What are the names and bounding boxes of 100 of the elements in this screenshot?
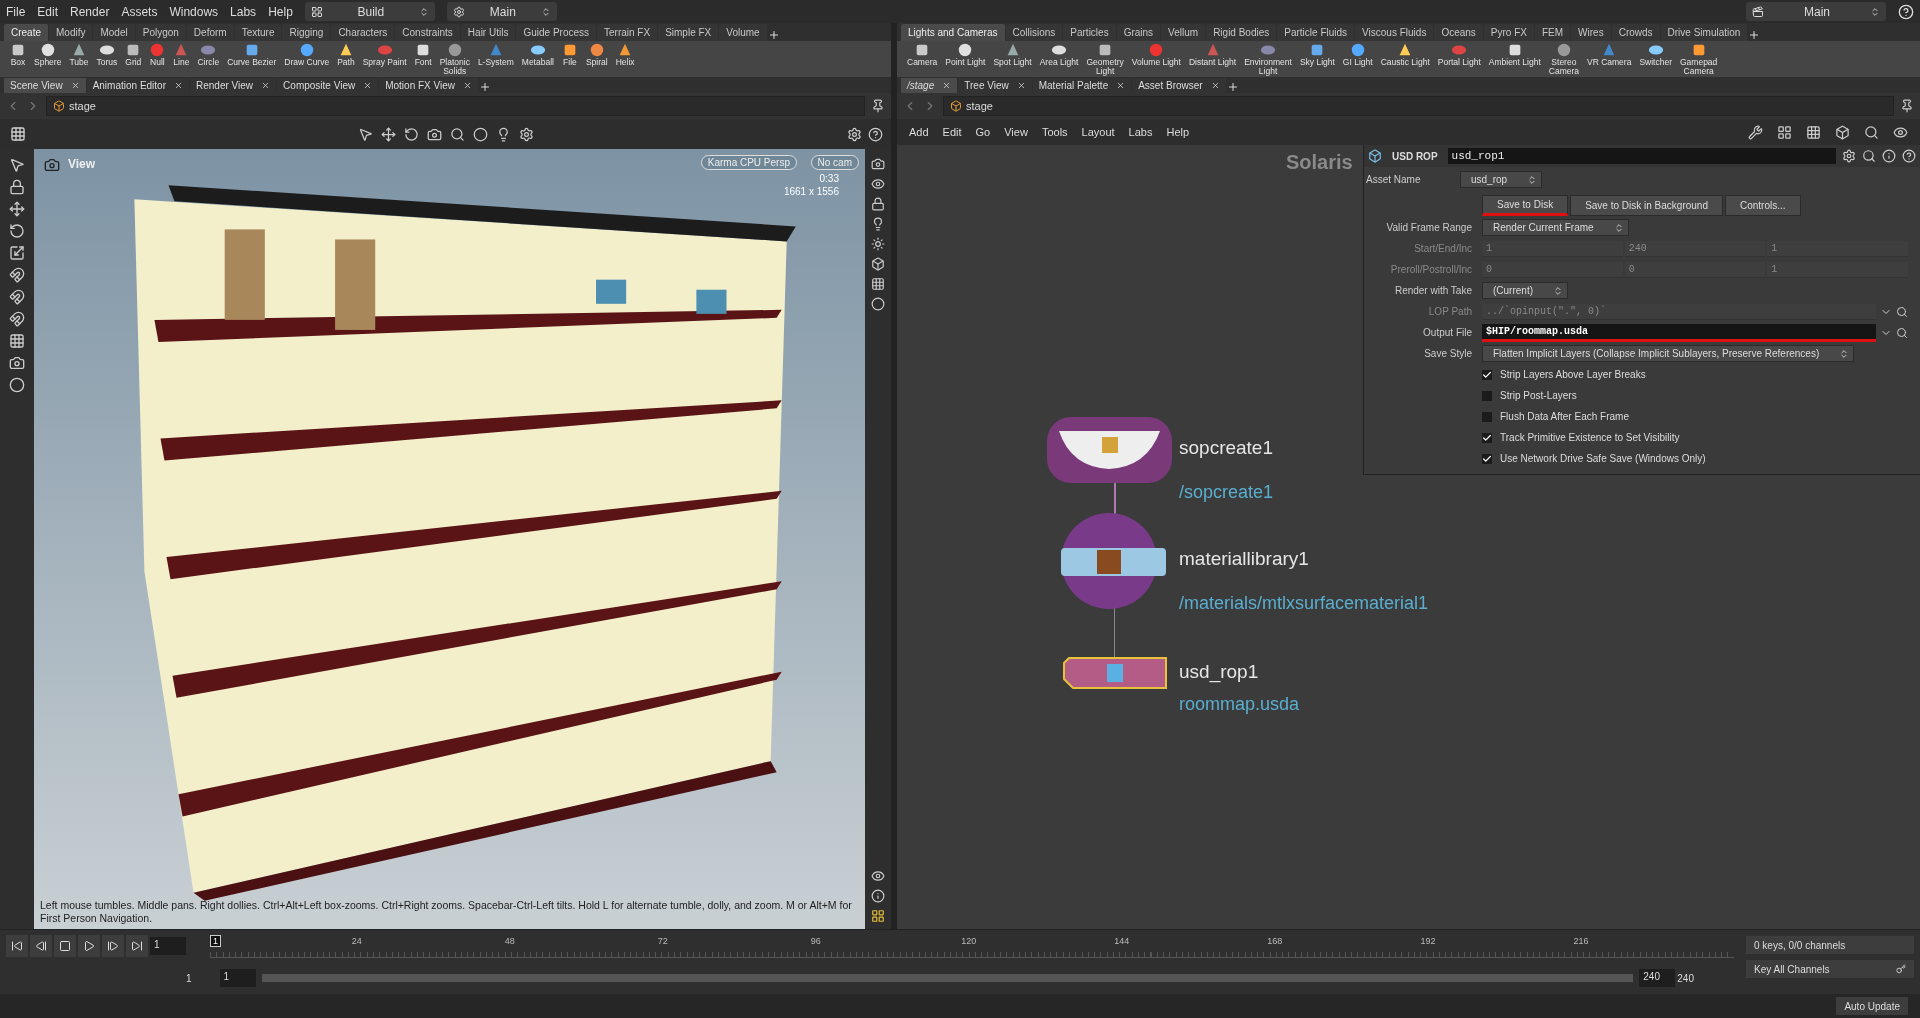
node-name[interactable]: sopcreate1: [1179, 437, 1273, 459]
tool-label[interactable]: Area Light: [1039, 58, 1079, 67]
toolbar-icon[interactable]: [472, 126, 488, 142]
range-start[interactable]: 1: [186, 972, 192, 984]
tool-label[interactable]: Font: [414, 58, 432, 67]
spinner-arrows-icon[interactable]: [418, 6, 429, 17]
shelf-tab[interactable]: Crowds: [1611, 24, 1660, 41]
tool-label[interactable]: Point Light: [945, 58, 986, 67]
add-tab-icon[interactable]: [767, 29, 780, 41]
browse-icon[interactable]: [1896, 305, 1908, 318]
menu-item[interactable]: Render: [70, 4, 110, 19]
magnet-icon[interactable]: [9, 311, 25, 327]
shelf-tab[interactable]: Terrain FX: [597, 24, 658, 41]
step-back-button[interactable]: [30, 935, 52, 957]
menu-item[interactable]: Go: [975, 126, 991, 138]
browse-icon[interactable]: [1896, 326, 1908, 339]
frame-field[interactable]: 1: [150, 937, 186, 955]
menu-item[interactable]: Labs: [1128, 126, 1153, 138]
tool-label[interactable]: Path: [337, 58, 355, 67]
tool-label[interactable]: L-System: [477, 58, 514, 67]
shelf-tab[interactable]: Oceans: [1434, 24, 1483, 41]
spinner-arrows-icon[interactable]: [1527, 174, 1538, 185]
help-icon[interactable]: [1898, 3, 1914, 20]
shelf-tab[interactable]: Collisions: [1005, 24, 1063, 41]
tool-label[interactable]: Helix: [615, 58, 635, 67]
timeline-ruler[interactable]: 1 24 48 72 96 120 144 168 192 216: [210, 934, 1734, 958]
dropdown[interactable]: (Current): [1482, 282, 1568, 299]
tool-label[interactable]: Grid: [125, 58, 142, 67]
tool-label[interactable]: Draw Curve: [284, 58, 330, 67]
menu-item[interactable]: Add: [909, 126, 929, 138]
pane-tab[interactable]: Tree View: [958, 78, 1032, 93]
eye-icon[interactable]: [871, 869, 885, 883]
toolbar-icon[interactable]: [380, 126, 396, 142]
action-button[interactable]: Save to Disk in Background: [1570, 195, 1723, 216]
shelf-tab[interactable]: Wires: [1571, 24, 1611, 41]
info-icon[interactable]: [1882, 149, 1896, 163]
shelf-tab[interactable]: FEM: [1535, 24, 1571, 41]
action-button[interactable]: Controls...: [1725, 195, 1801, 216]
close-icon[interactable]: [1210, 81, 1220, 90]
shelf-tab[interactable]: Simple FX: [658, 24, 719, 41]
shelf-tab[interactable]: Grains: [1116, 24, 1161, 41]
update-mode-menu[interactable]: Auto Update: [1836, 997, 1908, 1015]
menu-item[interactable]: Assets: [121, 4, 158, 19]
spinner-arrows-icon[interactable]: [1613, 222, 1624, 233]
dropdown[interactable]: Flatten Implicit Layers (Collapse Implicit Sublayers, Preserve References): [1482, 345, 1855, 362]
node-name[interactable]: usd_rop1: [1179, 661, 1259, 683]
pane-tab[interactable]: /stage: [901, 78, 958, 93]
menu-item[interactable]: Layout: [1081, 126, 1115, 138]
current-frame-marker[interactable]: 1: [210, 935, 221, 947]
layout-icon[interactable]: [871, 909, 885, 923]
menu-item[interactable]: Edit: [942, 126, 962, 138]
grid-icon[interactable]: [871, 277, 885, 291]
magnet-icon[interactable]: [9, 267, 25, 283]
close-icon[interactable]: [363, 81, 373, 90]
tool-label[interactable]: Environment Light: [1244, 58, 1292, 76]
step-forward-icon[interactable]: [107, 940, 119, 952]
close-icon[interactable]: [70, 81, 80, 90]
shelf-tab[interactable]: Rigging: [282, 24, 331, 41]
pin-icon[interactable]: [871, 99, 885, 113]
shelf-tab[interactable]: Rigid Bodies: [1206, 24, 1277, 41]
light-icon[interactable]: [871, 217, 885, 231]
pane-tab[interactable]: Render View: [190, 78, 277, 93]
close-icon[interactable]: [174, 81, 183, 90]
tool-label[interactable]: Spray Paint: [362, 58, 407, 67]
shelf-tab[interactable]: Drive Simulation: [1660, 24, 1748, 41]
text-field[interactable]: $HIP/roommap.usda: [1482, 323, 1876, 342]
menu-item[interactable]: Labs: [230, 4, 257, 19]
pane-tab[interactable]: Motion FX View: [379, 78, 478, 93]
checkbox[interactable]: [1482, 390, 1492, 401]
play-button[interactable]: [78, 935, 100, 957]
key-mode-menu[interactable]: Key All Channels: [1746, 960, 1914, 978]
menu-item[interactable]: Edit: [37, 4, 59, 19]
path-field[interactable]: stage: [943, 96, 1894, 116]
checkbox[interactable]: [1482, 369, 1492, 380]
pane-tab[interactable]: Asset Browser: [1132, 78, 1226, 93]
jump-end-icon[interactable]: [131, 940, 143, 952]
tool-label[interactable]: Spiral: [585, 58, 608, 67]
shelf-tab[interactable]: Lights and Cameras: [901, 24, 1005, 41]
checkbox[interactable]: [1482, 453, 1492, 464]
checkbox[interactable]: [1482, 432, 1492, 443]
tool-label[interactable]: Box: [10, 58, 26, 67]
range-end[interactable]: 240: [1677, 972, 1694, 984]
tool-label[interactable]: VR Camera: [1587, 58, 1632, 67]
dropdown[interactable]: Render Current Frame: [1482, 219, 1629, 236]
tool-label[interactable]: Metaball: [521, 58, 554, 67]
rotate-icon[interactable]: [9, 223, 25, 239]
shelf-tab[interactable]: Create: [4, 24, 48, 41]
toolbar-icon[interactable]: [1893, 124, 1908, 140]
jump-start-icon[interactable]: [11, 940, 23, 952]
menu-item[interactable]: Help: [1166, 126, 1190, 138]
tool-label[interactable]: Tube: [69, 58, 89, 67]
checkbox[interactable]: [1482, 411, 1492, 422]
settings-icon[interactable]: [1842, 149, 1856, 163]
eye-icon[interactable]: [871, 177, 885, 191]
tool-label[interactable]: GI Light: [1342, 58, 1373, 67]
desktop-chooser[interactable]: Build: [304, 2, 435, 21]
tool-label[interactable]: Spot Light: [993, 58, 1032, 67]
close-icon[interactable]: [463, 81, 472, 90]
shelf-tab[interactable]: Texture: [234, 24, 282, 41]
stop-button[interactable]: [54, 935, 76, 957]
